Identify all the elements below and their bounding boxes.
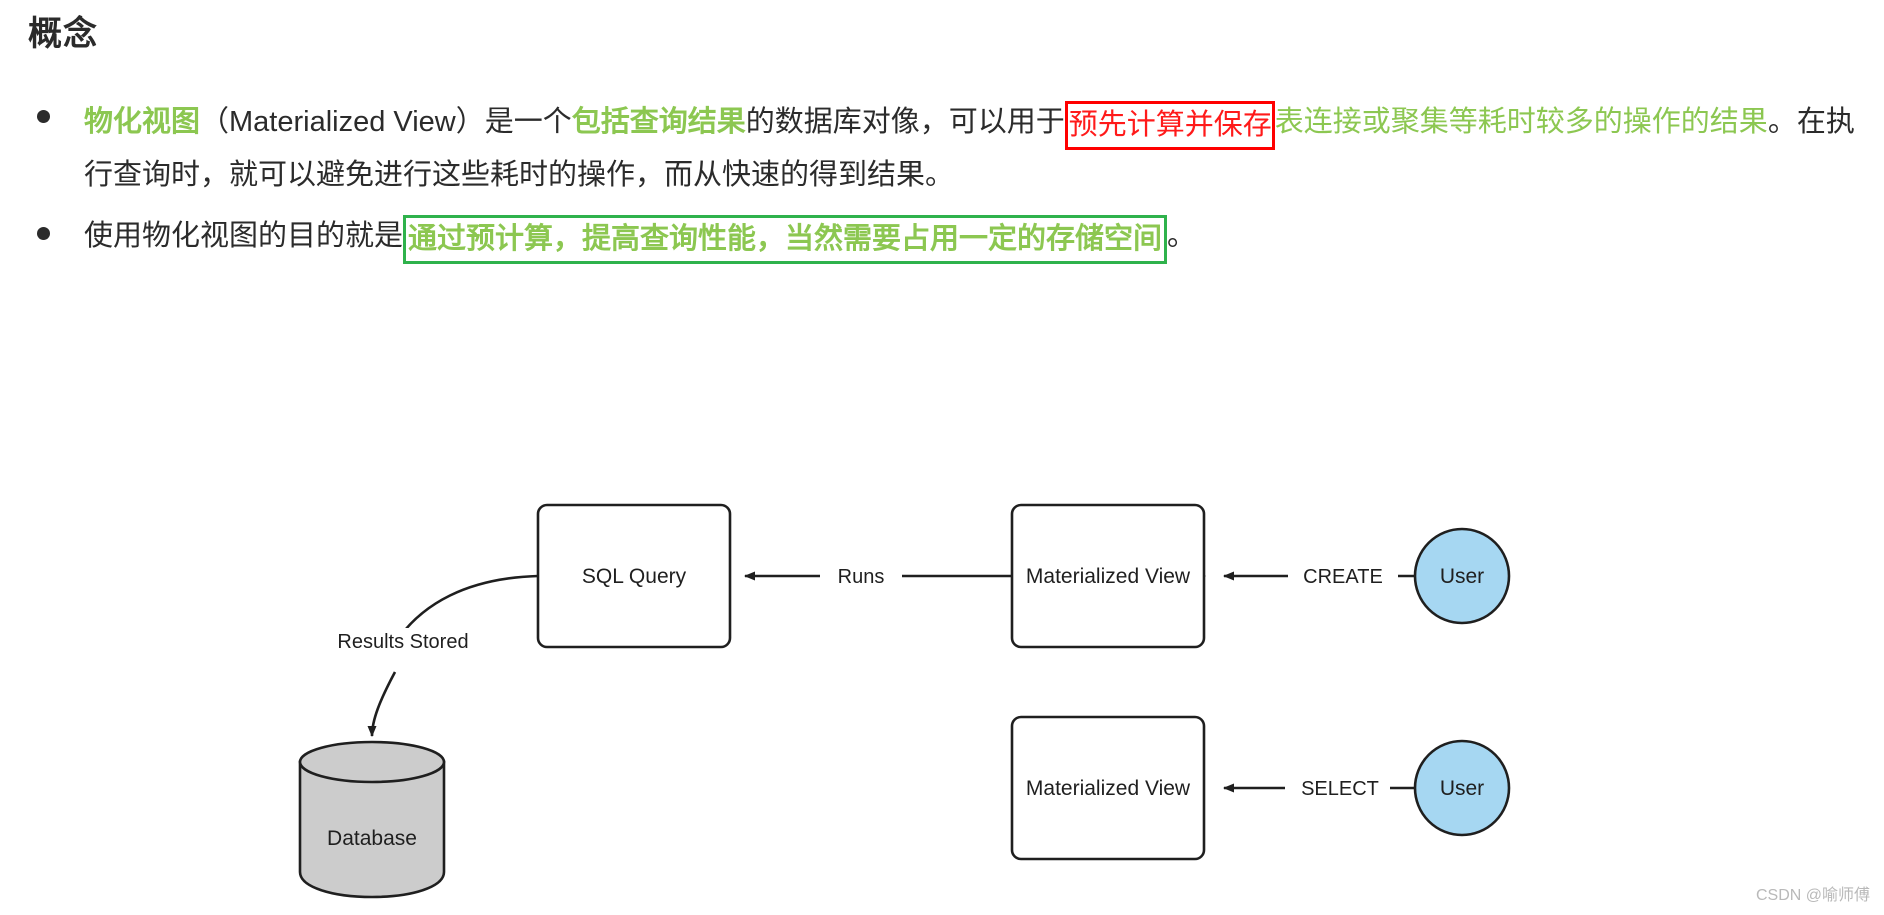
node-user-top-label: User — [1440, 565, 1484, 588]
bullet-1-text: 物化视图（Materialized View）是一个包括查询结果的数据库对像，可… — [84, 101, 1855, 191]
node-sql-query[interactable]: SQL Query — [536, 503, 732, 649]
green-highlight-box: 通过预计算，提高查询性能，当然需要占用一定的存储空间 — [403, 215, 1168, 264]
edge-select-label: SELECT — [1301, 778, 1379, 800]
bullet-item-1: 物化视图（Materialized View）是一个包括查询结果的数据库对像，可… — [30, 96, 1870, 202]
edge-results-stored-label: Results Stored — [337, 631, 468, 653]
segment-plain-1: （Materialized View）是一个 — [200, 106, 572, 138]
node-materialized-view-top-label: Materialized View — [1026, 565, 1191, 588]
materialized-view-flow-diagram: Materialized View(top) ===== --> CREATE … — [0, 390, 1884, 915]
edge-select: SELECT — [1223, 772, 1415, 804]
edge-results-stored: Results Stored — [330, 574, 539, 737]
node-materialized-view-bottom[interactable]: Materialized View — [1010, 715, 1206, 861]
segment-purpose-prefix: 使用物化视图的目的就是 — [84, 220, 404, 252]
node-user-bottom-label: User — [1440, 777, 1484, 800]
page-title: 概念 — [28, 15, 98, 53]
node-user-top[interactable]: User — [1413, 527, 1511, 625]
segment-includes-query-result: 包括查询结果 — [571, 106, 746, 138]
segment-materialized-view-term: 物化视图 — [84, 106, 201, 138]
csdn-watermark: CSDN @喻师傅 — [1755, 887, 1870, 904]
node-user-bottom[interactable]: User — [1413, 739, 1511, 837]
node-database-label: Database — [327, 827, 417, 850]
node-database[interactable]: Database — [298, 740, 446, 899]
edge-runs: Runs — [744, 560, 1012, 592]
bullet-item-2: 使用物化视图的目的就是 通过预计算，提高查询性能，当然需要占用一定的存储空间。 — [30, 210, 1870, 264]
edge-runs-label: Runs — [838, 566, 885, 588]
red-highlight-box: 预先计算并保存 — [1064, 101, 1275, 150]
node-materialized-view-top[interactable]: Materialized View — [1010, 503, 1206, 649]
bullet-dot-icon — [37, 110, 50, 123]
segment-period: 。 — [1167, 220, 1197, 252]
node-materialized-view-bottom-label: Materialized View — [1026, 777, 1191, 800]
edge-create: CREATE — [1194, 560, 1415, 592]
bullet-list: 物化视图（Materialized View）是一个包括查询结果的数据库对像，可… — [30, 96, 1870, 264]
segment-plain-2: 的数据库对像，可以用于 — [745, 106, 1065, 138]
bullet-2-text: 使用物化视图的目的就是 通过预计算，提高查询性能，当然需要占用一定的存储空间。 — [84, 215, 1197, 264]
bullet-dot-icon — [37, 227, 50, 240]
segment-green-regular: 表连接或聚集等耗时较多的操作的结果 — [1274, 106, 1768, 138]
node-sql-query-label: SQL Query — [582, 565, 687, 588]
edge-create-label: CREATE — [1303, 566, 1383, 588]
